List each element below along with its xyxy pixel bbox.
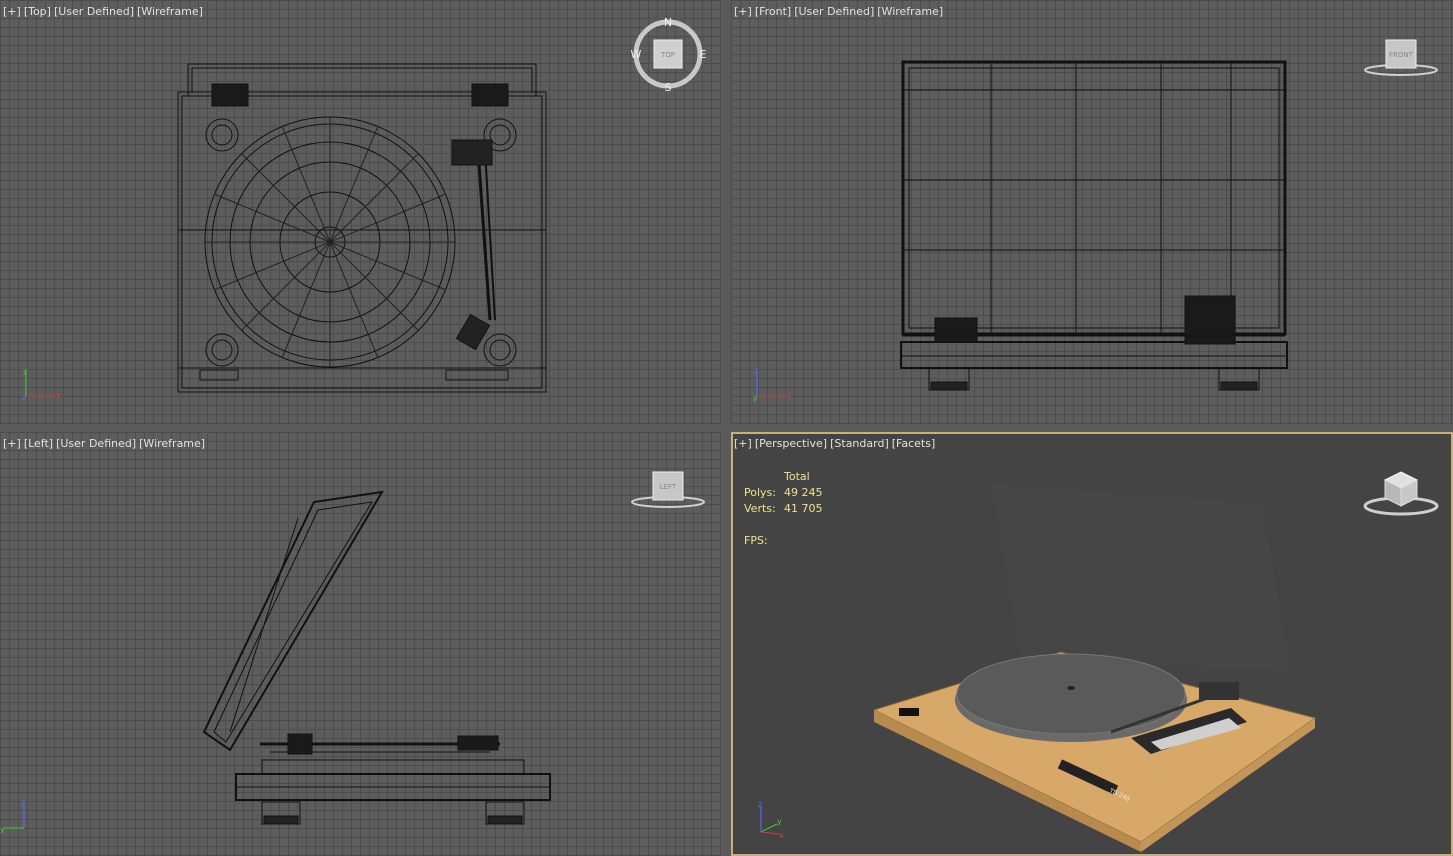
axis-y-label: y bbox=[23, 366, 28, 375]
axis-z-label: z bbox=[22, 393, 26, 402]
axis-x-label: x bbox=[56, 391, 61, 400]
viewport-perspective[interactable]: [+] [Perspective] [Standard] [Facets] TD 24… bbox=[731, 432, 1453, 856]
axis-z-label: z bbox=[758, 800, 762, 809]
viewport-top[interactable]: [+] [Top] [User Defined] [Wireframe] TOP… bbox=[0, 0, 723, 424]
axis-y-label: y bbox=[0, 825, 5, 834]
axis-tripod-perspective: z y x bbox=[758, 800, 784, 840]
axis-tripod-top: y x z bbox=[22, 366, 61, 402]
viewcube-front[interactable]: FRONT bbox=[1361, 34, 1441, 80]
compass-w: W bbox=[631, 48, 642, 61]
axis-tripod-front: z x y bbox=[753, 366, 792, 402]
viewcube-perspective[interactable] bbox=[1361, 466, 1441, 518]
axis-y-label: y bbox=[753, 393, 758, 402]
axis-y-label: y bbox=[777, 817, 782, 826]
viewcube-front-face[interactable]: FRONT bbox=[1389, 51, 1414, 59]
stats-verts-label: Verts: bbox=[744, 502, 776, 515]
viewcube-left-face[interactable]: LEFT bbox=[660, 483, 677, 491]
axis-x-label: x bbox=[779, 831, 784, 840]
viewport-front[interactable]: [+] [Front] [User Defined] [Wireframe] FR bbox=[731, 0, 1453, 424]
stats-polys-value: 49 245 bbox=[784, 486, 823, 499]
viewport-divider-horizontal[interactable] bbox=[0, 424, 1453, 432]
axis-z-label: z bbox=[21, 798, 25, 807]
axis-tripod-left: z y bbox=[0, 798, 25, 834]
compass-e: E bbox=[700, 48, 707, 61]
stats-fps-label: FPS: bbox=[744, 534, 768, 547]
stats-verts-value: 41 705 bbox=[784, 502, 823, 515]
viewcube-top[interactable]: TOP N S E W bbox=[630, 16, 710, 92]
turntable-perspective-render: TD 240 bbox=[872, 482, 1317, 852]
axis-x-label: x bbox=[787, 391, 792, 400]
turntable-top-wireframe bbox=[177, 63, 547, 393]
stats-header: Total bbox=[784, 470, 810, 483]
viewcube-top-face[interactable]: TOP bbox=[660, 51, 675, 59]
compass-n: N bbox=[664, 16, 672, 29]
turntable-left-wireframe bbox=[202, 490, 551, 825]
axis-z-label: z bbox=[754, 366, 758, 375]
compass-s: S bbox=[665, 81, 672, 92]
turntable-front-wireframe bbox=[900, 60, 1288, 391]
viewport-left[interactable]: [+] [Left] [User Defined] [Wireframe] LEFT … bbox=[0, 432, 723, 856]
viewcube-left[interactable]: LEFT bbox=[628, 466, 708, 512]
stats-polys-label: Polys: bbox=[744, 486, 776, 499]
